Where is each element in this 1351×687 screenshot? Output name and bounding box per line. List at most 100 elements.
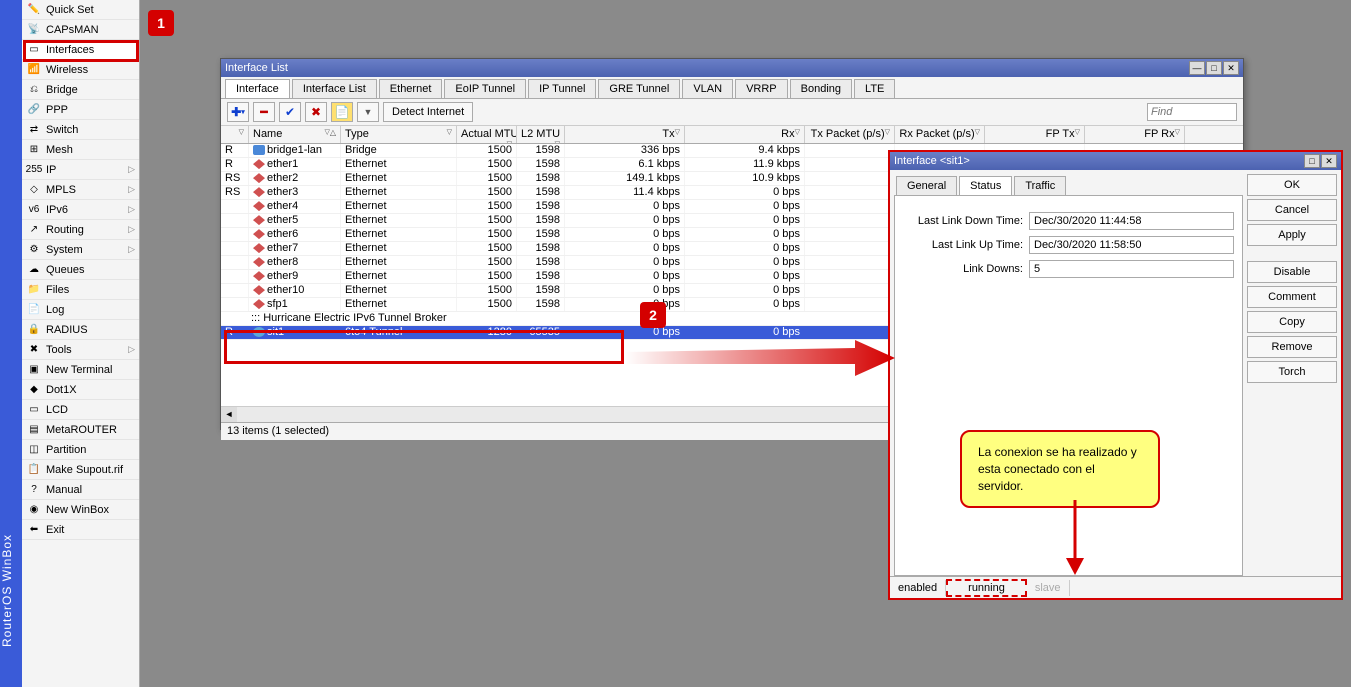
filter-button[interactable] xyxy=(357,102,379,122)
column-header[interactable]: FP Rx▽ xyxy=(1085,126,1185,143)
ok-button[interactable]: OK xyxy=(1247,174,1337,196)
tab-bonding[interactable]: Bonding xyxy=(790,79,852,98)
sidebar-icon: 📡 xyxy=(26,23,42,37)
remove-button[interactable]: Remove xyxy=(1247,336,1337,358)
column-header[interactable]: Type▽ xyxy=(341,126,457,143)
interface-list-titlebar[interactable]: Interface List — □ ✕ xyxy=(221,59,1243,77)
interface-icon xyxy=(253,173,265,183)
tab-interface-list[interactable]: Interface List xyxy=(292,79,377,98)
sidebar-item-dot1x[interactable]: ◆Dot1X xyxy=(22,380,139,400)
interface-detail-titlebar[interactable]: Interface <sit1> □ ✕ xyxy=(890,152,1341,170)
sidebar-item-new-winbox[interactable]: ◉New WinBox xyxy=(22,500,139,520)
sidebar-item-mpls[interactable]: ◇MPLS▷ xyxy=(22,180,139,200)
disable-button[interactable]: Disable xyxy=(1247,261,1337,283)
sidebar-item-lcd[interactable]: ▭LCD xyxy=(22,400,139,420)
close-button[interactable]: ✕ xyxy=(1223,61,1239,75)
detail-tab-general[interactable]: General xyxy=(896,176,957,195)
torch-button[interactable]: Torch xyxy=(1247,361,1337,383)
sidebar-item-exit[interactable]: ⬅Exit xyxy=(22,520,139,540)
tab-lte[interactable]: LTE xyxy=(854,79,895,98)
interface-icon xyxy=(253,327,265,337)
scroll-left-arrow[interactable]: ◄ xyxy=(221,407,237,422)
detail-tab-traffic[interactable]: Traffic xyxy=(1014,176,1066,195)
sidebar-item-queues[interactable]: ☁Queues xyxy=(22,260,139,280)
sidebar-item-interfaces[interactable]: ▭Interfaces xyxy=(22,40,139,60)
sidebar-item-log[interactable]: 📄Log xyxy=(22,300,139,320)
annotation-number-1: 1 xyxy=(148,10,174,36)
sidebar-item-make-supout.rif[interactable]: 📋Make Supout.rif xyxy=(22,460,139,480)
sidebar-item-radius[interactable]: 🔒RADIUS xyxy=(22,320,139,340)
sidebar-icon: ⎌ xyxy=(26,83,42,97)
column-header[interactable]: Name△▽ xyxy=(249,126,341,143)
add-button[interactable]: ✚▾ xyxy=(227,102,249,122)
tab-interface[interactable]: Interface xyxy=(225,79,290,98)
disable-button[interactable] xyxy=(305,102,327,122)
column-header[interactable]: Rx▽ xyxy=(685,126,805,143)
tab-eoip-tunnel[interactable]: EoIP Tunnel xyxy=(444,79,526,98)
find-input[interactable] xyxy=(1147,103,1237,121)
sidebar-icon: 255 xyxy=(26,163,42,177)
sidebar-item-partition[interactable]: ◫Partition xyxy=(22,440,139,460)
apply-button[interactable]: Apply xyxy=(1247,224,1337,246)
enable-button[interactable] xyxy=(279,102,301,122)
minimize-button[interactable]: — xyxy=(1189,61,1205,75)
column-header[interactable]: L2 MTU▽ xyxy=(517,126,565,143)
sidebar-item-system[interactable]: ⚙System▷ xyxy=(22,240,139,260)
sidebar-item-mesh[interactable]: ⊞Mesh xyxy=(22,140,139,160)
copy-button[interactable]: Copy xyxy=(1247,311,1337,333)
sidebar-label: Interfaces xyxy=(46,44,94,56)
column-header[interactable]: FP Tx▽ xyxy=(985,126,1085,143)
sidebar-icon: 📁 xyxy=(26,283,42,297)
last-link-down-label: Last Link Down Time: xyxy=(903,215,1023,227)
comment-button[interactable]: Comment xyxy=(1247,286,1337,308)
sidebar-item-files[interactable]: 📁 Files xyxy=(22,280,139,300)
sidebar-label: Quick Set xyxy=(46,4,94,16)
sidebar-item-ppp[interactable]: 🔗PPP xyxy=(22,100,139,120)
column-header[interactable]: Tx Packet (p/s)▽ xyxy=(805,126,895,143)
column-header[interactable]: ▽ xyxy=(221,126,249,143)
maximize-button[interactable]: □ xyxy=(1206,61,1222,75)
remove-button[interactable]: ━ xyxy=(253,102,275,122)
column-header[interactable]: Rx Packet (p/s)▽ xyxy=(895,126,985,143)
sidebar-item-tools[interactable]: ✖Tools▷ xyxy=(22,340,139,360)
sidebar-item-wireless[interactable]: 📶Wireless xyxy=(22,60,139,80)
column-header[interactable]: Tx▽ xyxy=(565,126,685,143)
sidebar-label: Files xyxy=(46,284,69,296)
sidebar-label: Partition xyxy=(46,444,86,456)
submenu-arrow-icon: ▷ xyxy=(128,344,135,355)
interface-icon xyxy=(253,215,265,225)
sidebar-item-ip[interactable]: 255IP▷ xyxy=(22,160,139,180)
tab-gre-tunnel[interactable]: GRE Tunnel xyxy=(598,79,680,98)
sidebar-item-switch[interactable]: ⇄Switch xyxy=(22,120,139,140)
sidebar-item-metarouter[interactable]: ▤ MetaROUTER xyxy=(22,420,139,440)
detail-tab-status[interactable]: Status xyxy=(959,176,1012,195)
column-header[interactable]: Actual MTU▽ xyxy=(457,126,517,143)
detail-close-button[interactable]: ✕ xyxy=(1321,154,1337,168)
tab-ethernet[interactable]: Ethernet xyxy=(379,79,443,98)
tab-ip-tunnel[interactable]: IP Tunnel xyxy=(528,79,596,98)
cancel-button[interactable]: Cancel xyxy=(1247,199,1337,221)
sidebar-item-routing[interactable]: ↗Routing▷ xyxy=(22,220,139,240)
sidebar-icon: ◆ xyxy=(26,383,42,397)
sidebar-label: Manual xyxy=(46,484,82,496)
grid-header[interactable]: ▽Name△▽Type▽Actual MTU▽L2 MTU▽Tx▽Rx▽Tx P… xyxy=(221,126,1243,144)
tab-vrrp[interactable]: VRRP xyxy=(735,79,788,98)
tab-vlan[interactable]: VLAN xyxy=(682,79,733,98)
sidebar-item-capsman[interactable]: 📡CAPsMAN xyxy=(22,20,139,40)
sidebar-item-manual[interactable]: ?Manual xyxy=(22,480,139,500)
sidebar-item-bridge[interactable]: ⎌Bridge xyxy=(22,80,139,100)
sidebar-label: RADIUS xyxy=(46,324,88,336)
sidebar-label: Log xyxy=(46,304,64,316)
comment-button[interactable]: 📄 xyxy=(331,102,353,122)
sidebar-label: MetaROUTER xyxy=(46,424,117,436)
sidebar-icon: v6 xyxy=(26,203,42,217)
sidebar-item-new-terminal[interactable]: ▣New Terminal xyxy=(22,360,139,380)
sidebar-item-ipv6[interactable]: v6IPv6▷ xyxy=(22,200,139,220)
sidebar-item-quick-set[interactable]: ✏️Quick Set xyxy=(22,0,139,20)
submenu-arrow-icon: ▷ xyxy=(128,204,135,215)
annotation-tooltip-arrow xyxy=(1060,500,1090,580)
sidebar-label: PPP xyxy=(46,104,68,116)
detect-internet-button[interactable]: Detect Internet xyxy=(383,102,473,122)
sidebar-icon: ▤ xyxy=(26,423,42,437)
detail-minimize-button[interactable]: □ xyxy=(1304,154,1320,168)
